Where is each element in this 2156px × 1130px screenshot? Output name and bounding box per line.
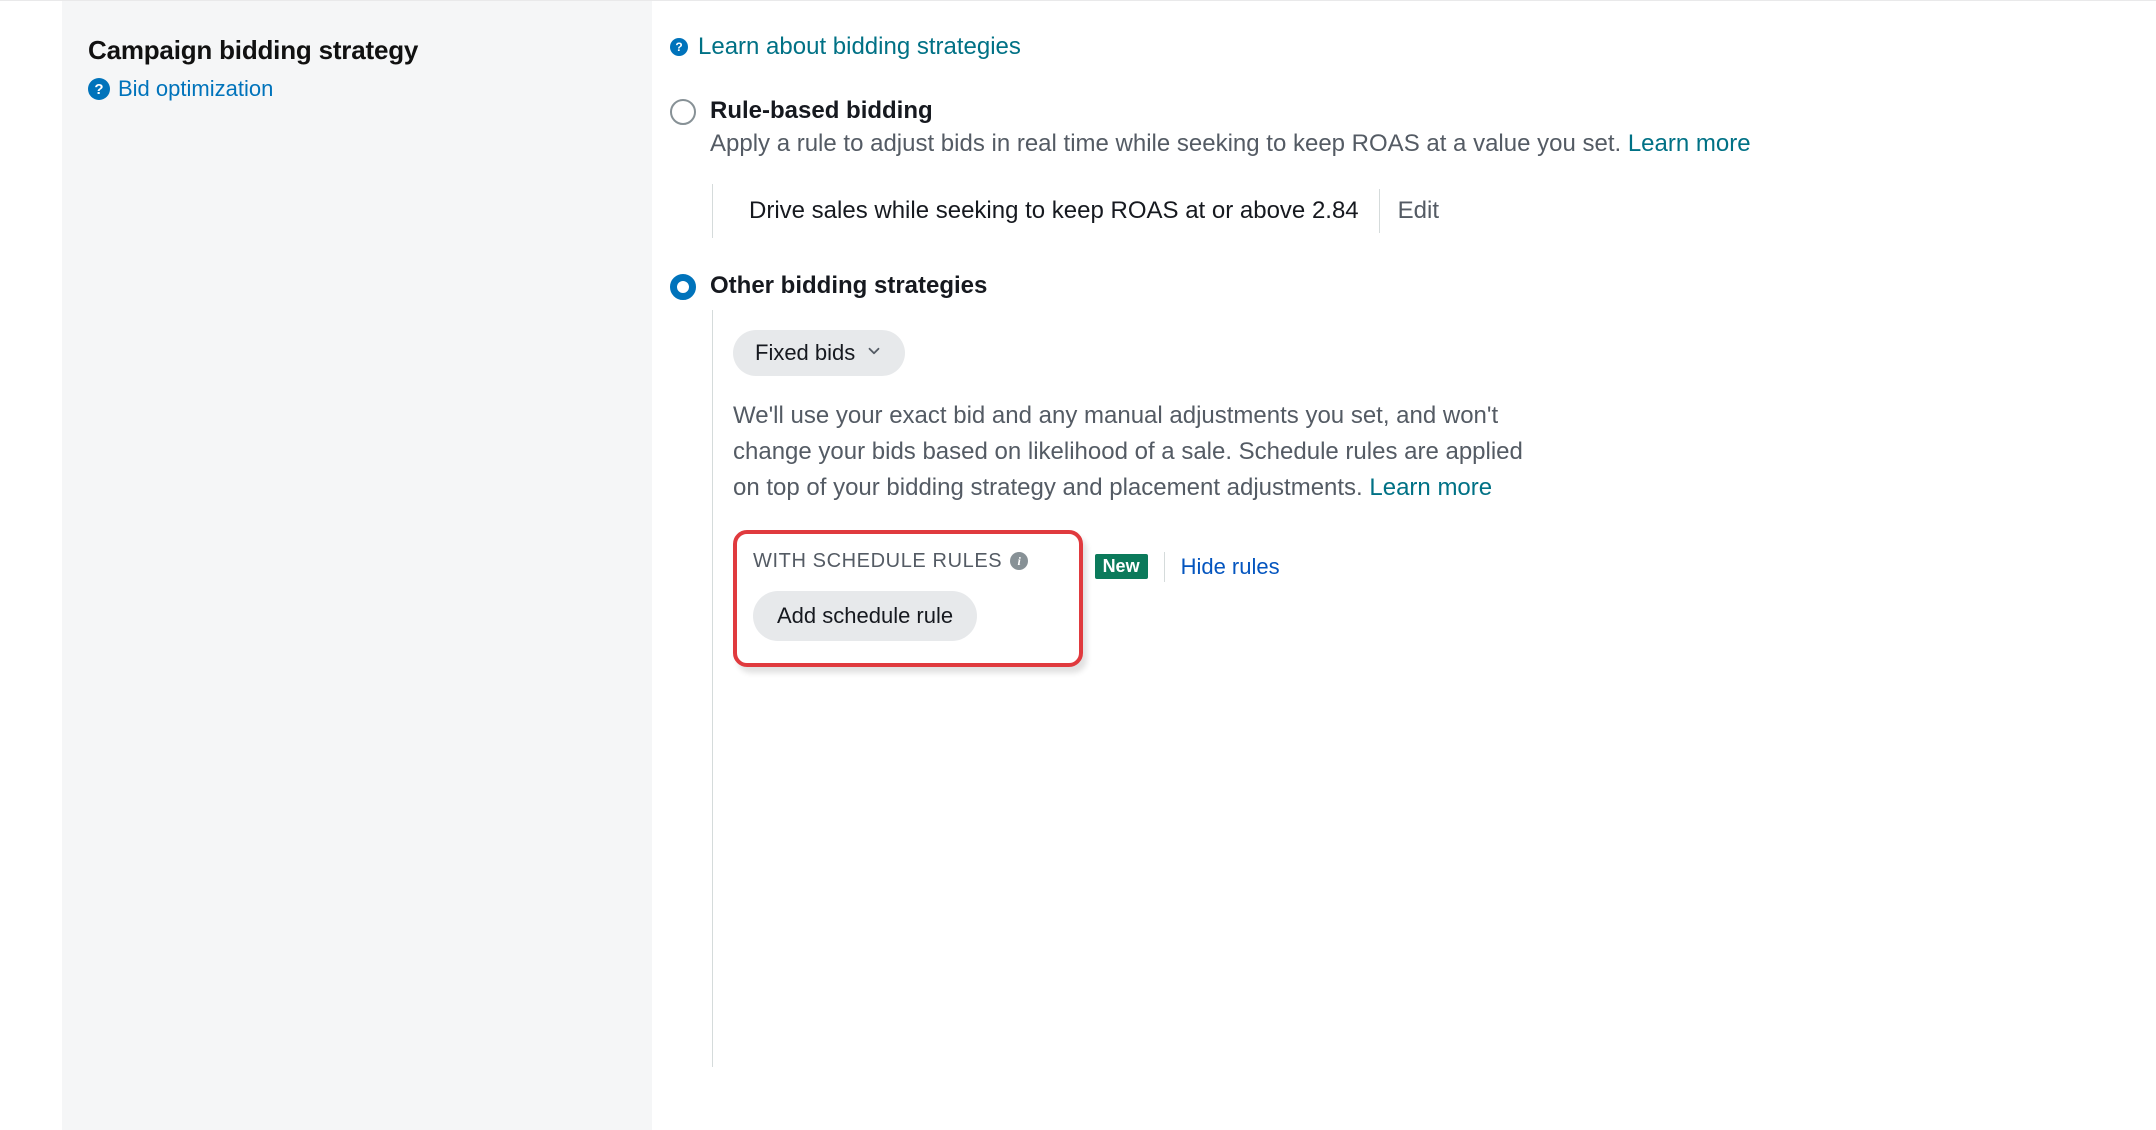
bid-optimization-label: Bid optimization — [118, 76, 273, 102]
option-rule-based: Rule-based bidding Apply a rule to adjus… — [670, 97, 2116, 162]
edit-rule-link[interactable]: Edit — [1398, 197, 1439, 225]
bidding-select-label: Fixed bids — [755, 340, 855, 366]
bid-optimization-link[interactable]: ? Bid optimization — [88, 76, 273, 102]
bidding-select[interactable]: Fixed bids — [733, 330, 905, 376]
hide-rules-link[interactable]: Hide rules — [1181, 554, 1280, 580]
left-gutter — [0, 0, 62, 1130]
option-rule-based-title: Rule-based bidding — [710, 97, 1751, 125]
option-other: Other bidding strategies — [670, 272, 2116, 300]
page: Campaign bidding strategy ? Bid optimiza… — [0, 0, 2156, 1130]
help-icon: ? — [88, 78, 110, 100]
schedule-rules-label: WITH SCHEDULE RULES — [753, 550, 1002, 573]
chevron-down-icon — [865, 340, 883, 366]
info-icon[interactable]: i — [1010, 552, 1028, 570]
schedule-rules-side: New Hide rules — [1095, 552, 1280, 582]
learn-strategies-row: ? Learn about bidding strategies — [670, 33, 1021, 61]
rule-summary-bar: Drive sales while seeking to keep ROAS a… — [712, 184, 2116, 238]
option-rule-based-body: Rule-based bidding Apply a rule to adjus… — [710, 97, 1751, 162]
help-icon: ? — [670, 38, 688, 56]
radio-rule-based[interactable] — [670, 99, 696, 125]
option-other-title: Other bidding strategies — [710, 272, 987, 300]
new-badge: New — [1095, 554, 1148, 579]
divider — [1379, 189, 1380, 233]
fixed-bids-learn-more-link[interactable]: Learn more — [1369, 474, 1492, 501]
sidebar-title: Campaign bidding strategy — [88, 35, 616, 66]
schedule-rules-row-wrap: WITH SCHEDULE RULES i Add schedule rule … — [733, 530, 2116, 667]
schedule-rules-header: WITH SCHEDULE RULES i — [753, 550, 1063, 573]
schedule-rules-highlight: WITH SCHEDULE RULES i Add schedule rule — [733, 530, 1083, 667]
rule-summary-text: Drive sales while seeking to keep ROAS a… — [749, 197, 1379, 225]
other-nested: Fixed bids We'll use your exact bid and … — [712, 310, 2116, 1067]
sidebar: Campaign bidding strategy ? Bid optimiza… — [62, 0, 652, 1130]
option-rule-based-desc-text: Apply a rule to adjust bids in real time… — [710, 130, 1628, 157]
rule-based-learn-more-link[interactable]: Learn more — [1628, 130, 1751, 157]
main-panel: ? Learn about bidding strategies Rule-ba… — [652, 0, 2156, 1130]
option-other-body: Other bidding strategies — [710, 272, 987, 300]
divider — [1164, 552, 1165, 582]
learn-strategies-link[interactable]: Learn about bidding strategies — [698, 33, 1021, 61]
radio-other[interactable] — [670, 274, 696, 300]
option-rule-based-desc: Apply a rule to adjust bids in real time… — [710, 127, 1751, 162]
add-schedule-rule-button[interactable]: Add schedule rule — [753, 591, 977, 641]
fixed-bids-description: We'll use your exact bid and any manual … — [733, 398, 1523, 506]
